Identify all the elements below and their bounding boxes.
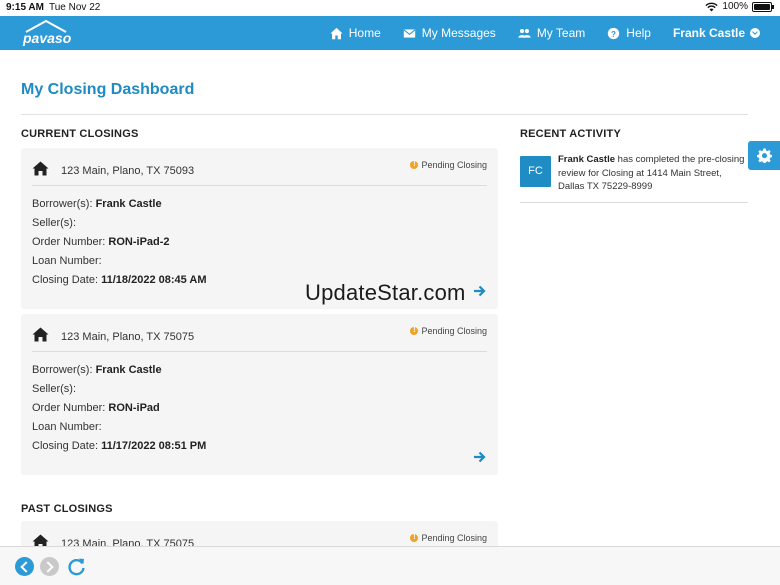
nav-messages-label: My Messages <box>421 26 496 40</box>
nav-help-label: Help <box>626 26 651 40</box>
browser-toolbar <box>0 546 780 585</box>
loan-number-label: Loan Number: <box>32 421 102 433</box>
forward-button[interactable] <box>40 557 59 576</box>
closing-date-value: 11/18/2022 08:45 AM <box>101 274 207 286</box>
nav-home[interactable]: Home <box>330 26 381 40</box>
closing-card-header: 123 Main, Plano, TX 75093 ! Pending Closi… <box>32 148 487 186</box>
user-name: Frank Castle <box>672 26 745 40</box>
title-divider <box>21 114 748 115</box>
status-bar: 9:15 AM Tue Nov 22 100% <box>0 0 780 16</box>
borrowers-value: Frank Castle <box>95 198 162 210</box>
reload-icon[interactable] <box>66 556 87 577</box>
past-closings-heading: PAST CLOSINGS <box>21 503 113 515</box>
closing-details: Borrower(s): Frank Castle Seller(s): Ord… <box>32 363 206 458</box>
loan-number-label: Loan Number: <box>32 255 102 267</box>
borrowers-value: Frank Castle <box>95 364 162 376</box>
closing-date-label: Closing Date: <box>32 274 99 286</box>
wifi-icon <box>705 2 719 11</box>
borrowers-row: Borrower(s): Frank Castle <box>32 197 207 216</box>
closing-details: Borrower(s): Frank Castle Seller(s): Ord… <box>32 197 207 292</box>
nav-team[interactable]: My Team <box>518 26 585 40</box>
status-badge: ! Pending Closing <box>410 326 487 336</box>
nav-team-label: My Team <box>536 26 586 40</box>
sellers-label: Seller(s): <box>32 383 77 395</box>
order-number-row: Order Number: RON-iPad-2 <box>32 235 207 254</box>
logo-text: pavaso <box>22 30 72 46</box>
nav-messages[interactable]: My Messages <box>403 26 496 40</box>
help-icon: ? <box>608 27 620 39</box>
order-number-value: RON-iPad-2 <box>108 236 170 248</box>
back-button[interactable] <box>15 557 34 576</box>
arrow-right-icon[interactable] <box>473 451 486 463</box>
activity-user: Frank Castle <box>558 154 616 165</box>
settings-tab[interactable] <box>748 141 780 170</box>
order-number-label: Order Number: <box>32 236 106 248</box>
closing-card-header: 123 Main, Plano, TX 75075 ! Pending Closi… <box>32 314 487 352</box>
closing-date-label: Closing Date: <box>32 440 99 452</box>
house-icon <box>32 327 49 342</box>
status-badge: ! Pending Closing <box>410 533 487 543</box>
main-nav: Home My Messages My Team ? Help Frank Ca… <box>330 16 760 50</box>
status-date: Tue Nov 22 <box>49 2 101 13</box>
info-icon: ! <box>410 534 419 542</box>
status-time: 9:15 AM <box>6 2 44 13</box>
chevron-down-icon <box>750 28 760 38</box>
borrowers-label: Borrower(s): <box>32 364 93 376</box>
sellers-row: Seller(s): <box>32 216 207 235</box>
page-title: My Closing Dashboard <box>21 81 195 98</box>
closing-date-row: Closing Date: 11/18/2022 08:45 AM <box>32 273 207 292</box>
watermark: UpdateStar.com <box>305 280 466 305</box>
home-icon <box>330 27 343 39</box>
svg-text:?: ? <box>611 29 616 38</box>
recent-activity-heading: RECENT ACTIVITY <box>520 128 621 140</box>
envelope-icon <box>403 28 416 38</box>
order-number-value: RON-iPad <box>108 402 160 414</box>
arrow-right-icon[interactable] <box>473 285 486 297</box>
order-number-row: Order Number: RON-iPad <box>32 401 206 420</box>
closing-card[interactable]: 123 Main, Plano, TX 75075 ! Pending Closi… <box>21 314 498 475</box>
team-icon <box>518 28 531 38</box>
status-right: 100% <box>705 1 774 12</box>
current-closings-heading: CURRENT CLOSINGS <box>21 128 139 140</box>
avatar: FC <box>520 156 551 187</box>
closing-address: 123 Main, Plano, TX 75093 <box>61 165 195 177</box>
battery-percent: 100% <box>722 1 748 12</box>
gear-icon <box>757 148 772 163</box>
nav-home-label: Home <box>348 26 381 40</box>
info-icon: ! <box>410 161 419 169</box>
closing-address: 123 Main, Plano, TX 75075 <box>61 331 195 343</box>
user-menu[interactable]: Frank Castle <box>673 26 760 40</box>
status-text: Pending Closing <box>421 326 487 336</box>
loan-number-row: Loan Number: <box>32 254 207 273</box>
closing-date-value: 11/17/2022 08:51 PM <box>101 440 207 452</box>
closing-date-row: Closing Date: 11/17/2022 08:51 PM <box>32 439 206 458</box>
activity-item[interactable]: FC Frank Castle has completed the pre-cl… <box>520 147 748 203</box>
status-text: Pending Closing <box>421 160 487 170</box>
activity-text: Frank Castle has completed the pre-closi… <box>558 153 748 194</box>
status-text: Pending Closing <box>421 533 487 543</box>
pavaso-logo[interactable]: pavaso <box>22 19 78 46</box>
top-navbar: pavaso Home My Messages My Team ? Help F… <box>0 16 780 50</box>
nav-help[interactable]: ? Help <box>607 26 651 40</box>
house-icon <box>32 161 49 176</box>
info-icon: ! <box>410 327 419 335</box>
sellers-row: Seller(s): <box>32 382 206 401</box>
borrowers-label: Borrower(s): <box>32 198 93 210</box>
battery-icon <box>752 1 774 12</box>
sellers-label: Seller(s): <box>32 217 77 229</box>
order-number-label: Order Number: <box>32 402 106 414</box>
loan-number-row: Loan Number: <box>32 420 206 439</box>
borrowers-row: Borrower(s): Frank Castle <box>32 363 206 382</box>
status-badge: ! Pending Closing <box>410 160 487 170</box>
